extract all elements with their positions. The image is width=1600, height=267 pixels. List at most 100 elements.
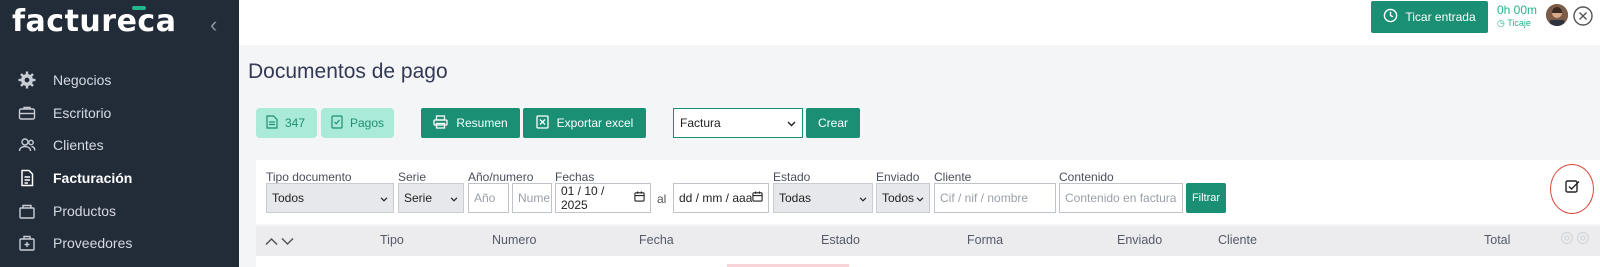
crear-button[interactable]: Crear bbox=[806, 108, 860, 138]
sidebar-item-negocios[interactable]: Negocios bbox=[0, 64, 239, 97]
sidebar: factureca ‹ Negocios Escritorio Clientes bbox=[0, 0, 239, 267]
tipo-documento-select[interactable]: Todos bbox=[266, 183, 394, 213]
label-fechas: Fechas bbox=[555, 170, 595, 184]
column-header-numero[interactable]: Numero bbox=[492, 233, 536, 247]
ticaje-timer[interactable]: 0h 00m ◷ Ticaje bbox=[1497, 4, 1537, 30]
calendar-icon[interactable] bbox=[634, 191, 645, 205]
estado-select[interactable]: Todas bbox=[773, 183, 873, 213]
sidebar-item-label: Proveedores bbox=[53, 235, 133, 252]
close-icon[interactable] bbox=[1573, 6, 1593, 26]
resumen-button[interactable]: Resumen bbox=[421, 108, 520, 138]
cliente-input[interactable]: Cif / nif / nombre bbox=[934, 183, 1056, 213]
anio-input[interactable]: Año bbox=[468, 183, 509, 213]
table-header bbox=[256, 226, 1600, 256]
chevron-down-icon bbox=[787, 116, 796, 130]
checkbox-checked-icon bbox=[1564, 179, 1580, 199]
exportar-excel-button[interactable]: Exportar excel bbox=[523, 108, 646, 138]
supplier-icon bbox=[18, 234, 36, 252]
sidebar-item-escritorio[interactable]: Escritorio bbox=[0, 97, 239, 130]
collapse-sidebar-icon[interactable]: ‹ bbox=[210, 12, 217, 38]
chevron-down-icon bbox=[859, 191, 867, 205]
invoice-icon bbox=[18, 169, 36, 187]
label-tipo-documento: Tipo documento bbox=[266, 170, 352, 184]
calendar-icon[interactable] bbox=[752, 191, 763, 205]
sidebar-item-productos[interactable]: Productos bbox=[0, 194, 239, 227]
briefcase-icon bbox=[18, 104, 36, 122]
chevron-down-icon bbox=[450, 191, 458, 205]
checklist-icon bbox=[331, 114, 343, 132]
serie-select[interactable]: Serie bbox=[398, 183, 464, 213]
label-serie: Serie bbox=[398, 170, 427, 184]
ticar-entrada-label: Ticar entrada bbox=[1405, 10, 1476, 24]
ticar-entrada-button[interactable]: Ticar entrada bbox=[1371, 1, 1488, 33]
sidebar-item-label: Clientes bbox=[53, 137, 104, 154]
resumen-label: Resumen bbox=[456, 116, 508, 130]
chevron-down-icon bbox=[380, 191, 388, 205]
document-type-value: Factura bbox=[680, 116, 721, 130]
chip-347-label: 347 bbox=[285, 116, 306, 130]
contenido-placeholder: Contenido en factura bbox=[1065, 191, 1177, 205]
chip-pagos-label: Pagos bbox=[350, 116, 385, 130]
filtrar-button[interactable]: Filtrar bbox=[1186, 183, 1226, 213]
date-range-separator: al bbox=[657, 192, 667, 206]
users-icon bbox=[18, 136, 36, 154]
chevron-down-icon[interactable] bbox=[281, 233, 294, 251]
column-header-forma[interactable]: Forma bbox=[967, 233, 1003, 247]
enviado-select[interactable]: Todos bbox=[876, 183, 930, 213]
avatar[interactable] bbox=[1546, 4, 1568, 26]
logo-accent bbox=[132, 6, 146, 10]
timer-caption: Ticaje bbox=[1507, 18, 1531, 28]
table-body bbox=[256, 256, 1600, 267]
fecha-desde-input[interactable]: 01 / 10 / 2025 bbox=[555, 183, 651, 213]
exportar-label: Exportar excel bbox=[556, 116, 634, 130]
sort-controls[interactable] bbox=[265, 233, 294, 251]
document-type-select[interactable]: Factura bbox=[673, 108, 803, 138]
timer-value: 0h 00m bbox=[1497, 3, 1538, 17]
gear-icon bbox=[18, 71, 36, 89]
header-actions bbox=[1560, 231, 1590, 250]
column-header-estado[interactable]: Estado bbox=[821, 233, 860, 247]
numero-input[interactable]: Nume bbox=[512, 183, 552, 213]
contenido-input[interactable]: Contenido en factura bbox=[1059, 183, 1183, 213]
small-clock-icon: ◷ bbox=[1497, 18, 1505, 28]
chevron-down-icon bbox=[916, 191, 924, 205]
sidebar-nav: Negocios Escritorio Clientes Facturación… bbox=[0, 64, 239, 260]
column-header-total[interactable]: Total bbox=[1484, 233, 1510, 247]
column-header-fecha[interactable]: Fecha bbox=[639, 233, 674, 247]
fecha-hasta-value: dd / mm / aaaa bbox=[679, 191, 752, 205]
document-icon bbox=[266, 114, 278, 132]
enviado-value: Todos bbox=[882, 191, 915, 205]
tipo-documento-value: Todos bbox=[272, 191, 305, 205]
app-logo[interactable]: factureca bbox=[12, 4, 176, 39]
sidebar-item-label: Negocios bbox=[53, 72, 112, 89]
settings-icon[interactable] bbox=[1560, 231, 1574, 250]
serie-value: Serie bbox=[404, 191, 433, 205]
settings-icon[interactable] bbox=[1576, 231, 1590, 250]
column-header-cliente[interactable]: Cliente bbox=[1218, 233, 1257, 247]
column-header-enviado[interactable]: Enviado bbox=[1117, 233, 1162, 247]
label-contenido: Contenido bbox=[1059, 170, 1114, 184]
excel-icon bbox=[535, 114, 549, 132]
estado-value: Todas bbox=[779, 191, 812, 205]
clock-icon bbox=[1383, 8, 1398, 26]
sidebar-item-facturacion[interactable]: Facturación bbox=[0, 162, 239, 195]
label-cliente: Cliente bbox=[934, 170, 972, 184]
filtrar-label: Filtrar bbox=[1191, 192, 1221, 204]
sidebar-item-proveedores[interactable]: Proveedores bbox=[0, 227, 239, 260]
modelo-347-button[interactable]: 347 bbox=[256, 108, 317, 138]
label-estado: Estado bbox=[773, 170, 811, 184]
chevron-up-icon[interactable] bbox=[265, 233, 278, 251]
numero-placeholder: Nume bbox=[518, 191, 551, 205]
pagos-button[interactable]: Pagos bbox=[321, 108, 394, 138]
select-all-checkbox-toggle[interactable] bbox=[1550, 164, 1594, 214]
fecha-hasta-input[interactable]: dd / mm / aaaa bbox=[673, 183, 769, 213]
printer-icon bbox=[433, 114, 448, 132]
label-anio-numero: Año/numero bbox=[468, 170, 534, 184]
column-header-tipo[interactable]: Tipo bbox=[380, 233, 404, 247]
box-icon bbox=[18, 202, 36, 220]
sidebar-item-label: Escritorio bbox=[53, 104, 112, 121]
sidebar-item-clientes[interactable]: Clientes bbox=[0, 129, 239, 162]
sidebar-item-label: Facturación bbox=[53, 170, 133, 187]
crear-label: Crear bbox=[817, 116, 848, 130]
fecha-desde-value: 01 / 10 / 2025 bbox=[561, 184, 605, 212]
